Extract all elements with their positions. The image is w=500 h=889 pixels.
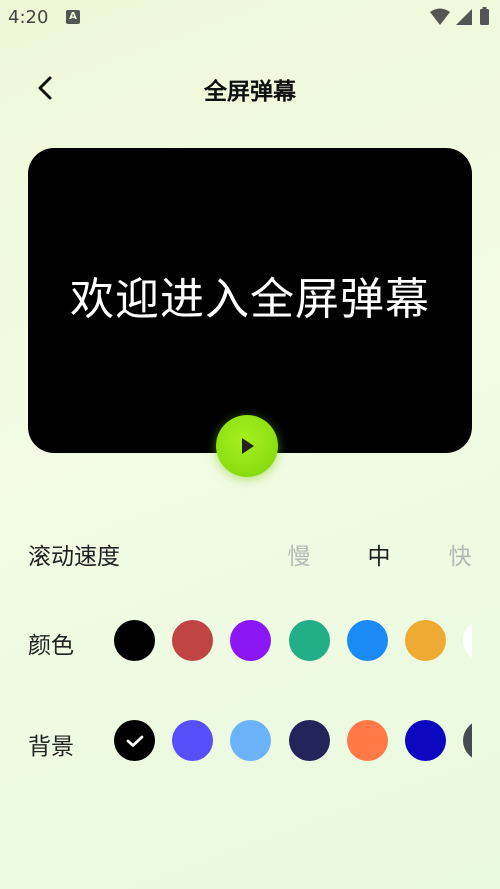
background-swatch-light-blue[interactable] (230, 720, 271, 761)
checkmark-icon (126, 735, 143, 747)
background-swatch-deep-blue[interactable] (405, 720, 446, 761)
background-swatch-black[interactable] (114, 720, 155, 761)
background-swatch-coral[interactable] (347, 720, 388, 761)
background-swatch-navy[interactable] (289, 720, 330, 761)
background-swatch-row (0, 0, 472, 889)
background-swatch-gray[interactable] (463, 720, 472, 761)
battery-icon (480, 9, 489, 25)
background-swatch-indigo[interactable] (172, 720, 213, 761)
